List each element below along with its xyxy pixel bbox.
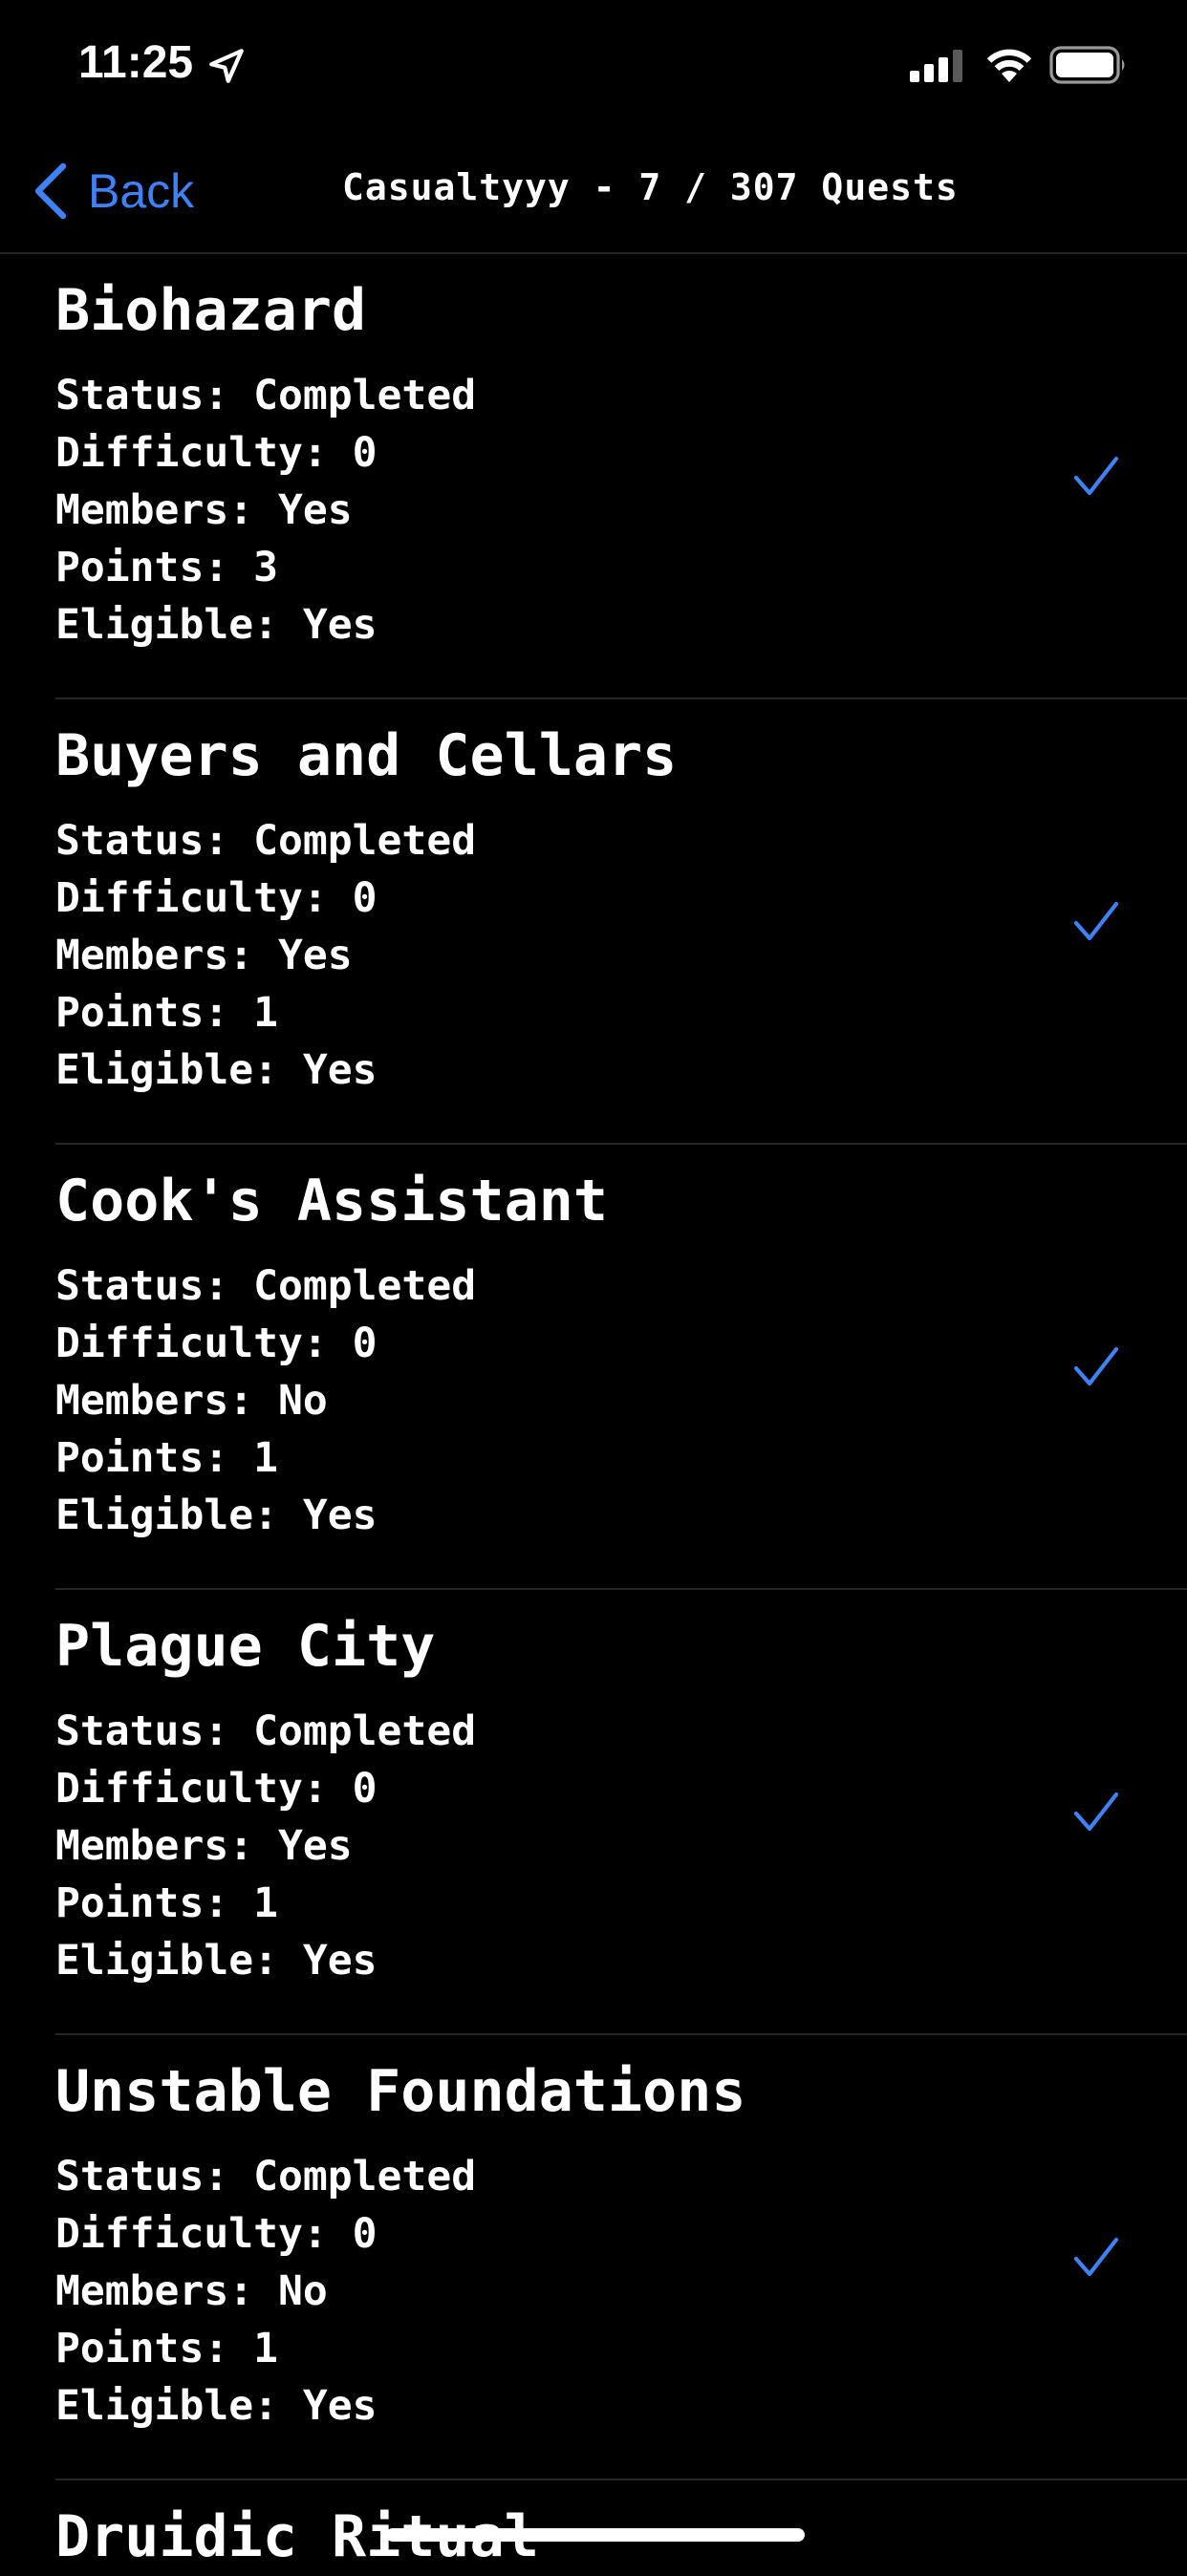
- checkmark-icon: [1073, 456, 1119, 496]
- wifi-icon: [986, 49, 1032, 82]
- quest-eligible: Eligible: Yes: [55, 1492, 378, 1539]
- quest-title: Buyers and Cellars: [55, 722, 678, 789]
- status-bar: 11:25: [0, 0, 1187, 134]
- quest-difficulty: Difficulty: 0: [55, 429, 378, 477]
- quest-members: Members: Yes: [55, 1822, 353, 1870]
- quest-points: Points: 1: [55, 1434, 278, 1482]
- quest-members: Members: Yes: [55, 932, 353, 979]
- checkmark-icon: [1073, 2237, 1119, 2277]
- battery-icon: [1049, 46, 1125, 84]
- back-label: Back: [88, 164, 195, 218]
- quest-points: Points: 1: [55, 1879, 278, 1927]
- quest-eligible: Eligible: Yes: [55, 1046, 378, 1094]
- quest-eligible: Eligible: Yes: [55, 1937, 378, 1985]
- location-arrow-icon: [209, 49, 244, 83]
- checkmark-icon: [1073, 1792, 1119, 1832]
- quest-title: Unstable Foundations: [55, 2058, 746, 2125]
- quest-title: Biohazard: [55, 277, 367, 344]
- quest-row[interactable]: Cook's Assistant Status: Completed Diffi…: [55, 1145, 1187, 1590]
- quest-row[interactable]: Plague City Status: Completed Difficulty…: [55, 1590, 1187, 2035]
- quest-status: Status: Completed: [55, 372, 477, 419]
- quest-status: Status: Completed: [55, 2153, 477, 2200]
- quest-row[interactable]: Unstable Foundations Status: Completed D…: [55, 2035, 1187, 2480]
- quest-points: Points: 1: [55, 989, 278, 1037]
- quest-title: Plague City: [55, 1613, 436, 1680]
- chevron-left-icon: [34, 162, 67, 220]
- quest-members: Members: No: [55, 1377, 328, 1425]
- quest-row[interactable]: Buyers and Cellars Status: Completed Dif…: [55, 699, 1187, 1145]
- quest-details: Status: Completed Difficulty: 0 Members:…: [55, 1257, 476, 1544]
- quest-points: Points: 1: [55, 2325, 278, 2372]
- quest-difficulty: Difficulty: 0: [55, 1320, 378, 1367]
- quest-row[interactable]: Biohazard Status: Completed Difficulty: …: [55, 254, 1187, 699]
- checkmark-icon: [1073, 901, 1119, 941]
- quest-title: Cook's Assistant: [55, 1168, 608, 1234]
- quest-status: Status: Completed: [55, 1707, 477, 1755]
- back-button[interactable]: Back: [32, 161, 194, 222]
- quest-details: Status: Completed Difficulty: 0 Members:…: [55, 1703, 476, 1989]
- quest-details: Status: Completed Difficulty: 0 Members:…: [55, 812, 476, 1099]
- status-time: 11:25: [78, 37, 194, 88]
- quest-difficulty: Difficulty: 0: [55, 2210, 378, 2258]
- quest-eligible: Eligible: Yes: [55, 2382, 378, 2430]
- quest-list: Biohazard Status: Completed Difficulty: …: [0, 254, 1187, 2576]
- cellular-signal-icon: [910, 50, 962, 82]
- quest-members: Members: Yes: [55, 486, 353, 534]
- checkmark-icon: [1073, 1346, 1119, 1386]
- quest-difficulty: Difficulty: 0: [55, 1765, 378, 1813]
- home-indicator[interactable]: [386, 2528, 805, 2542]
- navigation-bar: Back Casualtyyy - 7 / 307 Quests: [0, 134, 1187, 254]
- quest-members: Members: No: [55, 2267, 328, 2315]
- quest-details: Status: Completed Difficulty: 0 Members:…: [55, 2148, 476, 2435]
- quest-points: Points: 3: [55, 544, 278, 591]
- quest-eligible: Eligible: Yes: [55, 601, 378, 649]
- quest-difficulty: Difficulty: 0: [55, 874, 378, 922]
- quest-details: Status: Completed Difficulty: 0 Members:…: [55, 367, 476, 654]
- page-title: Casualtyyy - 7 / 307 Quests: [342, 166, 959, 208]
- quest-status: Status: Completed: [55, 817, 477, 865]
- quest-status: Status: Completed: [55, 1262, 477, 1310]
